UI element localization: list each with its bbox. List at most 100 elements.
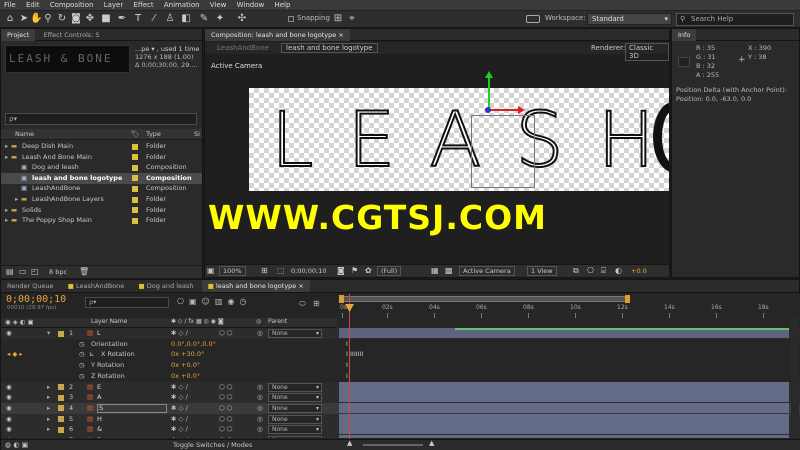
label-color-swatch[interactable]: [132, 185, 138, 192]
parent-pickwhip-icon[interactable]: ◎: [257, 435, 263, 438]
stopwatch-icon[interactable]: ◷: [79, 349, 85, 360]
x-axis-handle[interactable]: [489, 109, 519, 111]
y-axis-handle[interactable]: [488, 76, 490, 110]
visibility-eye-icon[interactable]: ◉: [6, 403, 12, 414]
3d-layer-icon[interactable]: ⬡ ⬡: [219, 435, 232, 438]
disclosure-triangle-icon[interactable]: ▸: [47, 435, 50, 438]
parent-select[interactable]: None ▾: [268, 382, 322, 392]
visibility-eye-icon[interactable]: ◉: [6, 392, 12, 403]
z-axis-handle[interactable]: [485, 107, 491, 113]
layer-duration-bar[interactable]: [339, 424, 789, 435]
parent-select[interactable]: None ▾: [268, 436, 322, 438]
3d-layer-icon[interactable]: ⬡ ⬡: [219, 403, 232, 414]
eraser-tool-icon[interactable]: ◧: [180, 13, 192, 25]
disclosure-triangle-icon[interactable]: ▸: [5, 205, 8, 216]
project-item[interactable]: ▸ ▬ Solids Folder: [1, 205, 202, 216]
label-color-swatch[interactable]: [58, 384, 64, 390]
parent-select[interactable]: None ▾: [268, 329, 322, 338]
timeline-layer-row[interactable]: ◉ ▾ 1 ▤ L ✱ ◇ ∕ ⬡ ⬡ ◎ None ▾: [1, 328, 800, 339]
label-color-swatch[interactable]: [132, 143, 138, 150]
disclosure-triangle-icon[interactable]: ▸: [47, 392, 50, 403]
current-time[interactable]: 0;00;00;10: [291, 267, 327, 275]
zoom-out-icon[interactable]: ▲: [347, 439, 352, 447]
close-tab-icon[interactable]: ×: [298, 282, 303, 290]
roto-brush-tool-icon[interactable]: ✎: [198, 13, 210, 25]
snap-features-icon[interactable]: ⌖: [346, 13, 358, 25]
search-help-field[interactable]: ⚲ Search Help: [676, 13, 794, 26]
property-value[interactable]: 0x +0.0°: [171, 360, 200, 371]
work-area-start-handle[interactable]: [339, 295, 344, 303]
view-layout-select[interactable]: 1 View: [527, 266, 557, 276]
timeline-search-input[interactable]: ρ▾: [85, 297, 169, 308]
project-item[interactable]: ▣ LeashAndBone Composition: [1, 183, 202, 194]
keyframe-markers[interactable]: I: [346, 339, 348, 350]
bpc-label[interactable]: 8 bpc: [49, 268, 67, 276]
parent-select[interactable]: None ▾: [268, 414, 322, 424]
parent-select[interactable]: None ▾: [268, 425, 322, 435]
parent-pickwhip-icon[interactable]: ◎: [257, 392, 263, 403]
timeline-icon[interactable]: ⌸: [601, 266, 606, 276]
brush-tool-icon[interactable]: ⁄: [148, 13, 160, 25]
region-of-interest-icon[interactable]: ⬚: [277, 266, 285, 275]
menu-animation[interactable]: Animation: [160, 0, 204, 10]
snapping-checkbox[interactable]: [288, 16, 294, 22]
timeline-layer-row[interactable]: ◉ ▸ 3 ▤ A ✱ ◇ ∕ ⬡ ⬡ ◎ None ▾: [1, 392, 800, 404]
visibility-eye-icon[interactable]: ◉: [6, 414, 12, 425]
menu-composition[interactable]: Composition: [46, 0, 98, 10]
tab-effect-controls[interactable]: Effect Controls: S: [37, 29, 105, 41]
tab-composition[interactable]: Composition: leash and bone logotype ×: [205, 29, 350, 41]
work-area-end-handle[interactable]: [625, 295, 630, 303]
timeline-property-row[interactable]: ◷ Y Rotation 0x +0.0° I: [1, 360, 800, 372]
parent-select[interactable]: None ▾: [268, 403, 322, 413]
timeline-layer-row[interactable]: ◉ ▸ 4 ▤ S ✱ ◇ ∕ ⬡ ⬡ ◎ None ▾: [1, 402, 800, 414]
disclosure-triangle-icon[interactable]: ▸: [5, 141, 8, 152]
axis-mode-icon[interactable]: ✣: [236, 13, 248, 25]
layer-switches-icon[interactable]: ✱ ◇ ∕: [171, 328, 188, 339]
layer-duration-bar[interactable]: [339, 392, 789, 403]
camera-tool-icon[interactable]: ◙: [70, 13, 82, 25]
selection-tool-icon[interactable]: ➤: [18, 13, 30, 25]
label-color-swatch[interactable]: [132, 207, 138, 214]
visibility-eye-icon[interactable]: ◉: [6, 435, 12, 438]
layer-switches-icon[interactable]: ✱ ◇ ∕: [171, 435, 188, 438]
color-channel-icon[interactable]: ✿: [365, 266, 372, 275]
transparency-grid-icon[interactable]: ▩: [445, 266, 453, 275]
disclosure-triangle-icon[interactable]: ▸: [5, 215, 8, 226]
project-item[interactable]: ▣ Dog and leash Composition: [1, 162, 202, 173]
menu-layer[interactable]: Layer: [100, 0, 128, 10]
current-time-indicator[interactable]: [349, 294, 350, 444]
menu-view[interactable]: View: [206, 0, 231, 10]
timeline-property-row[interactable]: ◷ Z Rotation 0x +0.0° I: [1, 370, 800, 382]
menu-file[interactable]: File: [0, 0, 20, 10]
visibility-eye-icon[interactable]: ◉: [6, 382, 12, 393]
clone-stamp-tool-icon[interactable]: ♙: [164, 13, 176, 25]
comp-mini-flowchart-icon[interactable]: ⎔: [177, 297, 189, 306]
graph-icon[interactable]: ⊾: [89, 349, 94, 360]
selected-layer-bounds[interactable]: [471, 115, 535, 188]
parent-pickwhip-icon[interactable]: ◎: [257, 403, 263, 414]
close-tab-icon[interactable]: ×: [338, 31, 343, 39]
parent-pickwhip-icon[interactable]: ◎: [257, 382, 263, 393]
show-snapshot-icon[interactable]: ⚑: [351, 266, 358, 275]
disclosure-triangle-icon[interactable]: ▸: [47, 414, 50, 425]
fast-preview-icon[interactable]: ▦: [431, 266, 439, 275]
snap-edges-icon[interactable]: ⊞: [332, 13, 344, 25]
frame-blend-icon[interactable]: ▥: [215, 297, 228, 306]
property-value[interactable]: 0x +30.0°: [171, 349, 204, 360]
disclosure-triangle-icon[interactable]: ▾: [47, 328, 50, 339]
always-preview-icon[interactable]: ▣: [207, 266, 215, 275]
layer-switches-icon[interactable]: ✱ ◇ ∕: [171, 382, 188, 393]
snapshot-icon[interactable]: ◙: [337, 266, 345, 275]
timeline-timecode[interactable]: 0;00;00;10: [6, 294, 66, 305]
work-area-bar[interactable]: [339, 296, 629, 302]
layer-switches-icon[interactable]: ✱ ◇ ∕: [171, 424, 188, 435]
layer-duration-bar[interactable]: [339, 402, 789, 413]
layer-name[interactable]: &: [97, 424, 102, 435]
disclosure-triangle-icon[interactable]: ▸: [47, 424, 50, 435]
label-column-icon[interactable]: 🏷: [131, 130, 139, 138]
parent-pickwhip-icon[interactable]: ◎: [257, 328, 263, 339]
timeline-property-row[interactable]: ◂ ◆ ▸ ◷ ⊾ X Rotation 0x +30.0° I IIIIIII: [1, 349, 800, 361]
disclosure-triangle-icon[interactable]: ▸: [5, 152, 8, 163]
label-color-swatch[interactable]: [58, 416, 64, 423]
3d-layer-icon[interactable]: ⬡ ⬡: [219, 424, 232, 435]
